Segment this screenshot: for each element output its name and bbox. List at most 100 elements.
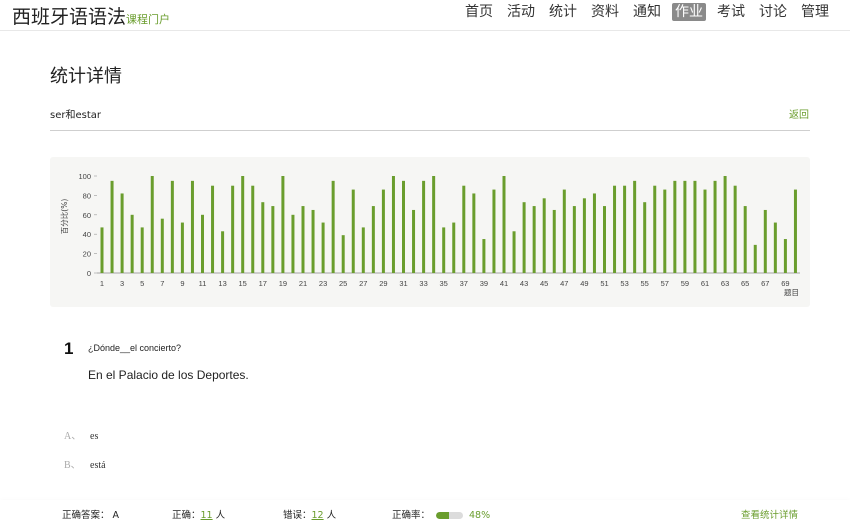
nav-item-discussion[interactable]: 讨论 bbox=[752, 3, 794, 21]
brand-title: 西班牙语语法 bbox=[12, 6, 127, 28]
chart-bar bbox=[683, 180, 687, 273]
x-tick-label: 51 bbox=[600, 279, 608, 288]
x-tick-label: 67 bbox=[761, 279, 769, 288]
chart-bar bbox=[492, 189, 496, 273]
chart-bar bbox=[773, 222, 777, 273]
accuracy-rate-label: 正确率： bbox=[392, 510, 431, 521]
y-tick-label: 40 bbox=[83, 230, 91, 239]
chart-bar bbox=[552, 209, 556, 273]
main-nav: 首页 活动 统计 资料 通知 作业 考试 讨论 管理 bbox=[458, 3, 836, 21]
x-tick-label: 43 bbox=[520, 279, 528, 288]
chart-bar bbox=[371, 206, 375, 273]
accuracy-rate-value: 48% bbox=[469, 510, 491, 521]
chart-bar bbox=[472, 193, 476, 273]
chart-bar bbox=[190, 180, 194, 273]
chart-bar bbox=[743, 206, 747, 273]
chart-bar bbox=[582, 198, 586, 273]
wrong-count-label: 错误： bbox=[283, 510, 312, 521]
option-b-letter: B、 bbox=[64, 460, 81, 471]
chart-bar bbox=[763, 209, 767, 273]
chart-bar bbox=[703, 189, 707, 273]
x-tick-label: 19 bbox=[279, 279, 287, 288]
chart-bar bbox=[663, 189, 667, 273]
accuracy-rate: 正确率： 48% bbox=[392, 507, 490, 521]
nav-item-materials[interactable]: 资料 bbox=[584, 3, 626, 21]
chart-bar bbox=[482, 239, 486, 273]
chart-bar bbox=[512, 231, 516, 273]
y-tick-label: 100 bbox=[78, 172, 91, 181]
nav-item-activity[interactable]: 活动 bbox=[500, 3, 542, 21]
chart-bar bbox=[462, 185, 466, 273]
chart-bar bbox=[693, 180, 697, 273]
nav-item-statistics[interactable]: 统计 bbox=[542, 3, 584, 21]
chart-bar bbox=[281, 176, 285, 273]
chart-bar bbox=[321, 222, 325, 273]
nav-item-home[interactable]: 首页 bbox=[458, 3, 500, 21]
x-tick-label: 35 bbox=[440, 279, 448, 288]
chart-bar bbox=[261, 202, 265, 273]
option-a: A、 es bbox=[64, 427, 98, 442]
option-b: B、 está bbox=[64, 456, 106, 471]
chart-bar bbox=[733, 185, 737, 273]
chart-bar bbox=[723, 176, 727, 273]
wrong-count-unit: 人 bbox=[326, 510, 337, 521]
brand[interactable]: 西班牙语语法课程门户 bbox=[12, 2, 170, 29]
x-tick-label: 23 bbox=[319, 279, 327, 288]
x-tick-label: 15 bbox=[239, 279, 247, 288]
chart-bar bbox=[422, 180, 426, 273]
chart-bar bbox=[150, 176, 154, 273]
x-tick-label: 17 bbox=[259, 279, 267, 288]
nav-item-notices[interactable]: 通知 bbox=[626, 3, 668, 21]
nav-item-homework[interactable]: 作业 bbox=[672, 3, 706, 21]
chart-bar bbox=[502, 176, 506, 273]
chart-bar bbox=[301, 206, 305, 273]
x-tick-label: 7 bbox=[160, 279, 164, 288]
chart-bar bbox=[562, 189, 566, 273]
correct-count-label: 正确： bbox=[172, 510, 201, 521]
divider bbox=[50, 130, 810, 131]
chart-bar bbox=[793, 189, 797, 273]
brand-subtitle: 课程门户 bbox=[126, 13, 171, 26]
chart-bar bbox=[522, 202, 526, 273]
x-tick-label: 59 bbox=[681, 279, 689, 288]
chart-bar bbox=[381, 189, 385, 273]
chart-bar bbox=[613, 185, 617, 273]
chart-bar bbox=[201, 214, 204, 273]
nav-item-manage[interactable]: 管理 bbox=[794, 3, 836, 21]
chart-bar bbox=[442, 227, 446, 273]
correct-answer-label: 正确答案： bbox=[62, 510, 110, 521]
x-tick-label: 27 bbox=[359, 279, 367, 288]
y-tick-label: 80 bbox=[83, 191, 91, 200]
x-tick-label: 37 bbox=[460, 279, 468, 288]
nav-item-exams[interactable]: 考试 bbox=[710, 3, 752, 21]
correct-answer-value: A bbox=[112, 510, 120, 521]
back-link[interactable]: 返回 bbox=[789, 106, 809, 121]
chart-bar bbox=[241, 176, 245, 273]
chart-bar bbox=[120, 193, 124, 273]
view-statistics-details-link[interactable]: 查看统计详情 bbox=[741, 507, 798, 521]
x-tick-label: 65 bbox=[741, 279, 749, 288]
chart-bar bbox=[110, 180, 114, 273]
chart-bar bbox=[402, 180, 405, 273]
x-tick-label: 45 bbox=[540, 279, 548, 288]
question-number: 1 bbox=[64, 339, 74, 358]
correct-count-link[interactable]: 11 bbox=[201, 510, 213, 521]
chart-bar bbox=[643, 202, 647, 273]
y-tick-label: 60 bbox=[83, 211, 91, 220]
chart-bar bbox=[412, 209, 416, 273]
chart-bar bbox=[251, 185, 255, 273]
chart-bar bbox=[603, 206, 606, 273]
x-tick-label: 13 bbox=[218, 279, 226, 288]
wrong-count-link[interactable]: 12 bbox=[312, 510, 324, 521]
x-tick-label: 53 bbox=[620, 279, 628, 288]
chart-bar bbox=[311, 209, 315, 273]
x-tick-label: 57 bbox=[661, 279, 669, 288]
accuracy-bar-chart: 020406080100百分比(%)1 3 5 7 9 11 13 15 17 19 21 23 25 2… bbox=[59, 172, 800, 297]
option-a-text: es bbox=[90, 431, 99, 442]
x-tick-label: 31 bbox=[399, 279, 407, 288]
x-tick-label: 21 bbox=[299, 279, 307, 288]
chart-bar bbox=[673, 180, 677, 273]
question-answer-text: En el Palacio de los Deportes. bbox=[88, 368, 249, 382]
option-a-letter: A、 bbox=[64, 431, 82, 442]
x-tick-label: 63 bbox=[721, 279, 729, 288]
